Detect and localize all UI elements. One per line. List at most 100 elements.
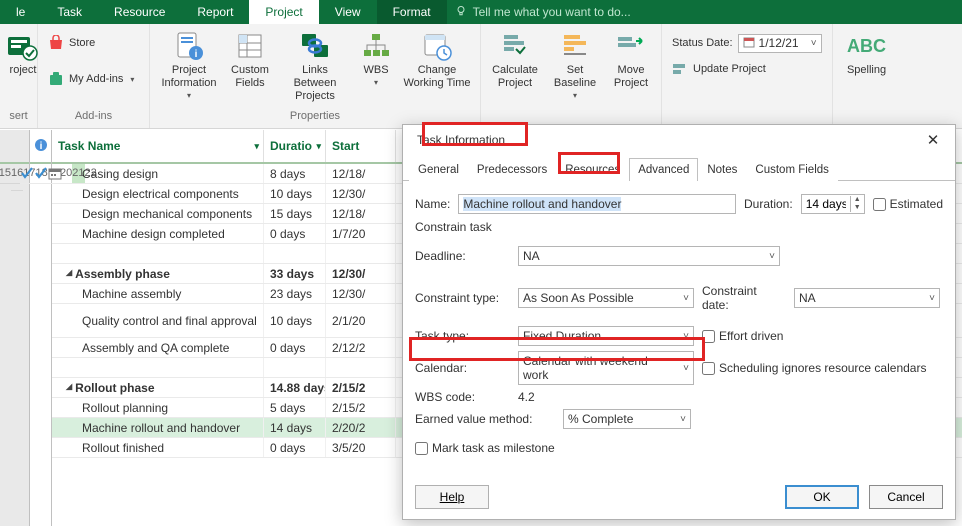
chevron-down-icon: ▾ bbox=[374, 78, 378, 87]
ribbon: roject sert Store My Add-ins ▾ Add-ins i… bbox=[0, 24, 962, 129]
tell-me[interactable]: Tell me what you want to do... bbox=[447, 0, 639, 24]
duration-label: Duration: bbox=[744, 197, 793, 211]
tab-customfields[interactable]: Custom Fields bbox=[746, 158, 838, 181]
tab-notes[interactable]: Notes bbox=[698, 158, 746, 181]
wbs-label: WBS code: bbox=[415, 390, 510, 404]
task-information-dialog: Task Information ✕ General Predecessors … bbox=[402, 124, 956, 520]
scheduling-ignores-checkbox[interactable]: Scheduling ignores resource calendars bbox=[702, 361, 926, 375]
links-icon bbox=[299, 30, 331, 62]
calendar-label: Calendar: bbox=[415, 361, 510, 375]
tell-me-label: Tell me what you want to do... bbox=[473, 5, 631, 19]
project-information-button[interactable]: i Project Information ▾ bbox=[156, 28, 222, 100]
tab-advanced[interactable]: Advanced bbox=[629, 158, 698, 181]
calendar-select[interactable]: Calendar with weekend work bbox=[518, 351, 694, 385]
project-icon bbox=[7, 30, 39, 62]
constrain-section: Constrain task bbox=[415, 220, 943, 234]
info-icon: i bbox=[173, 30, 205, 62]
move-icon bbox=[615, 30, 647, 62]
tab-resources[interactable]: Resources bbox=[556, 158, 629, 181]
set-baseline-button[interactable]: Set Baseline ▾ bbox=[547, 28, 603, 100]
help-button[interactable]: Help bbox=[415, 485, 489, 509]
tab-general[interactable]: General bbox=[409, 158, 468, 181]
ok-button[interactable]: OK bbox=[785, 485, 859, 509]
deadline-select[interactable]: NA bbox=[518, 246, 780, 266]
changewt-label: Change Working Time bbox=[403, 64, 470, 90]
chevron-down-icon: ▾ bbox=[187, 91, 191, 100]
menu-tab-resource[interactable]: Resource bbox=[98, 0, 181, 24]
duration-input[interactable] bbox=[802, 195, 850, 213]
spin-down-icon[interactable]: ▼ bbox=[851, 204, 864, 212]
store-label: Store bbox=[69, 37, 95, 49]
update-project-button[interactable]: Update Project bbox=[668, 58, 770, 80]
status-date-field[interactable]: Status Date: 1/12/21 bbox=[668, 32, 826, 54]
my-addins-label: My Add-ins bbox=[69, 73, 123, 85]
spelling-button[interactable]: ABC Spelling bbox=[839, 28, 895, 77]
name-label: Name: bbox=[415, 197, 450, 211]
addins-icon bbox=[48, 71, 64, 87]
deadline-label: Deadline: bbox=[415, 249, 510, 263]
store-icon bbox=[48, 35, 64, 51]
menu-tab-report[interactable]: Report bbox=[181, 0, 249, 24]
dialog-title: Task Information bbox=[411, 129, 919, 151]
wbs-button[interactable]: WBS ▾ bbox=[356, 28, 396, 87]
task-type-select[interactable]: Fixed Duration bbox=[518, 326, 694, 346]
evm-label: Earned value method: bbox=[415, 412, 555, 426]
evm-select[interactable]: % Complete bbox=[563, 409, 691, 429]
spelling-icon: ABC bbox=[851, 30, 883, 62]
svg-text:i: i bbox=[195, 49, 198, 60]
menu-tab-view[interactable]: View bbox=[319, 0, 377, 24]
calendar-icon bbox=[743, 36, 755, 51]
calculate-icon bbox=[499, 30, 531, 62]
wbs-icon bbox=[360, 30, 392, 62]
spelling-label: Spelling bbox=[847, 64, 886, 77]
links-between-projects-button[interactable]: Links Between Projects bbox=[278, 28, 352, 103]
milestone-checkbox[interactable]: Mark task as milestone bbox=[415, 441, 555, 455]
info-icon: i bbox=[34, 138, 48, 155]
constraint-type-select[interactable]: As Soon As Possible bbox=[518, 288, 694, 308]
lightbulb-icon bbox=[455, 5, 467, 20]
row-number-column: 910111213141516171819202122 bbox=[0, 130, 30, 526]
chevron-down-icon: ▾ bbox=[130, 75, 134, 84]
menu-tab-file[interactable]: le bbox=[0, 0, 41, 24]
col-duration[interactable]: Duratio▾ bbox=[264, 130, 326, 162]
projinfo-label: Project Information bbox=[161, 64, 216, 90]
close-button[interactable]: ✕ bbox=[919, 128, 947, 152]
effort-driven-checkbox[interactable]: Effort driven bbox=[702, 329, 783, 343]
col-start[interactable]: Start bbox=[326, 130, 396, 162]
indicator-column: i bbox=[30, 130, 52, 526]
estimated-checkbox[interactable]: Estimated bbox=[873, 197, 943, 211]
menu-tab-project[interactable]: Project bbox=[249, 0, 318, 24]
cancel-button[interactable]: Cancel bbox=[869, 485, 943, 509]
wbs-label: WBS bbox=[363, 64, 388, 77]
custom-fields-button[interactable]: Custom Fields bbox=[226, 28, 274, 90]
spin-up-icon[interactable]: ▲ bbox=[851, 196, 864, 204]
tab-predecessors[interactable]: Predecessors bbox=[468, 158, 556, 181]
subproject-button[interactable]: roject bbox=[6, 28, 40, 77]
baseline-label: Set Baseline bbox=[554, 64, 596, 90]
links-label: Links Between Projects bbox=[280, 64, 350, 103]
store-button[interactable]: Store bbox=[44, 32, 99, 54]
status-date-value: 1/12/21 bbox=[759, 36, 799, 50]
menu-tab-task[interactable]: Task bbox=[41, 0, 98, 24]
change-working-time-button[interactable]: Change Working Time bbox=[400, 28, 474, 90]
dialog-tabs: General Predecessors Resources Advanced … bbox=[403, 157, 955, 181]
cdate-label: Constraint date: bbox=[702, 284, 786, 312]
constraint-date-select[interactable]: NA bbox=[794, 288, 940, 308]
update-label: Update Project bbox=[693, 63, 766, 75]
move-label: Move Project bbox=[614, 64, 648, 90]
wbs-value: 4.2 bbox=[518, 390, 535, 404]
task-name-input[interactable]: Machine rollout and handover bbox=[458, 194, 736, 214]
menu-tab-format[interactable]: Format bbox=[377, 0, 447, 24]
duration-spinner[interactable]: ▲▼ bbox=[801, 194, 865, 214]
move-project-button[interactable]: Move Project bbox=[607, 28, 655, 90]
calculate-label: Calculate Project bbox=[492, 64, 538, 90]
my-addins-button[interactable]: My Add-ins ▾ bbox=[44, 68, 138, 90]
col-taskname[interactable]: Task Name▾ bbox=[52, 130, 264, 162]
subproject-label: roject bbox=[10, 64, 37, 77]
main-menubar: le Task Resource Report Project View For… bbox=[0, 0, 962, 24]
ctype-label: Constraint type: bbox=[415, 291, 510, 305]
ttype-label: Task type: bbox=[415, 329, 510, 343]
chevron-down-icon: ▾ bbox=[573, 91, 577, 100]
calculate-project-button[interactable]: Calculate Project bbox=[487, 28, 543, 90]
update-icon bbox=[672, 61, 688, 77]
